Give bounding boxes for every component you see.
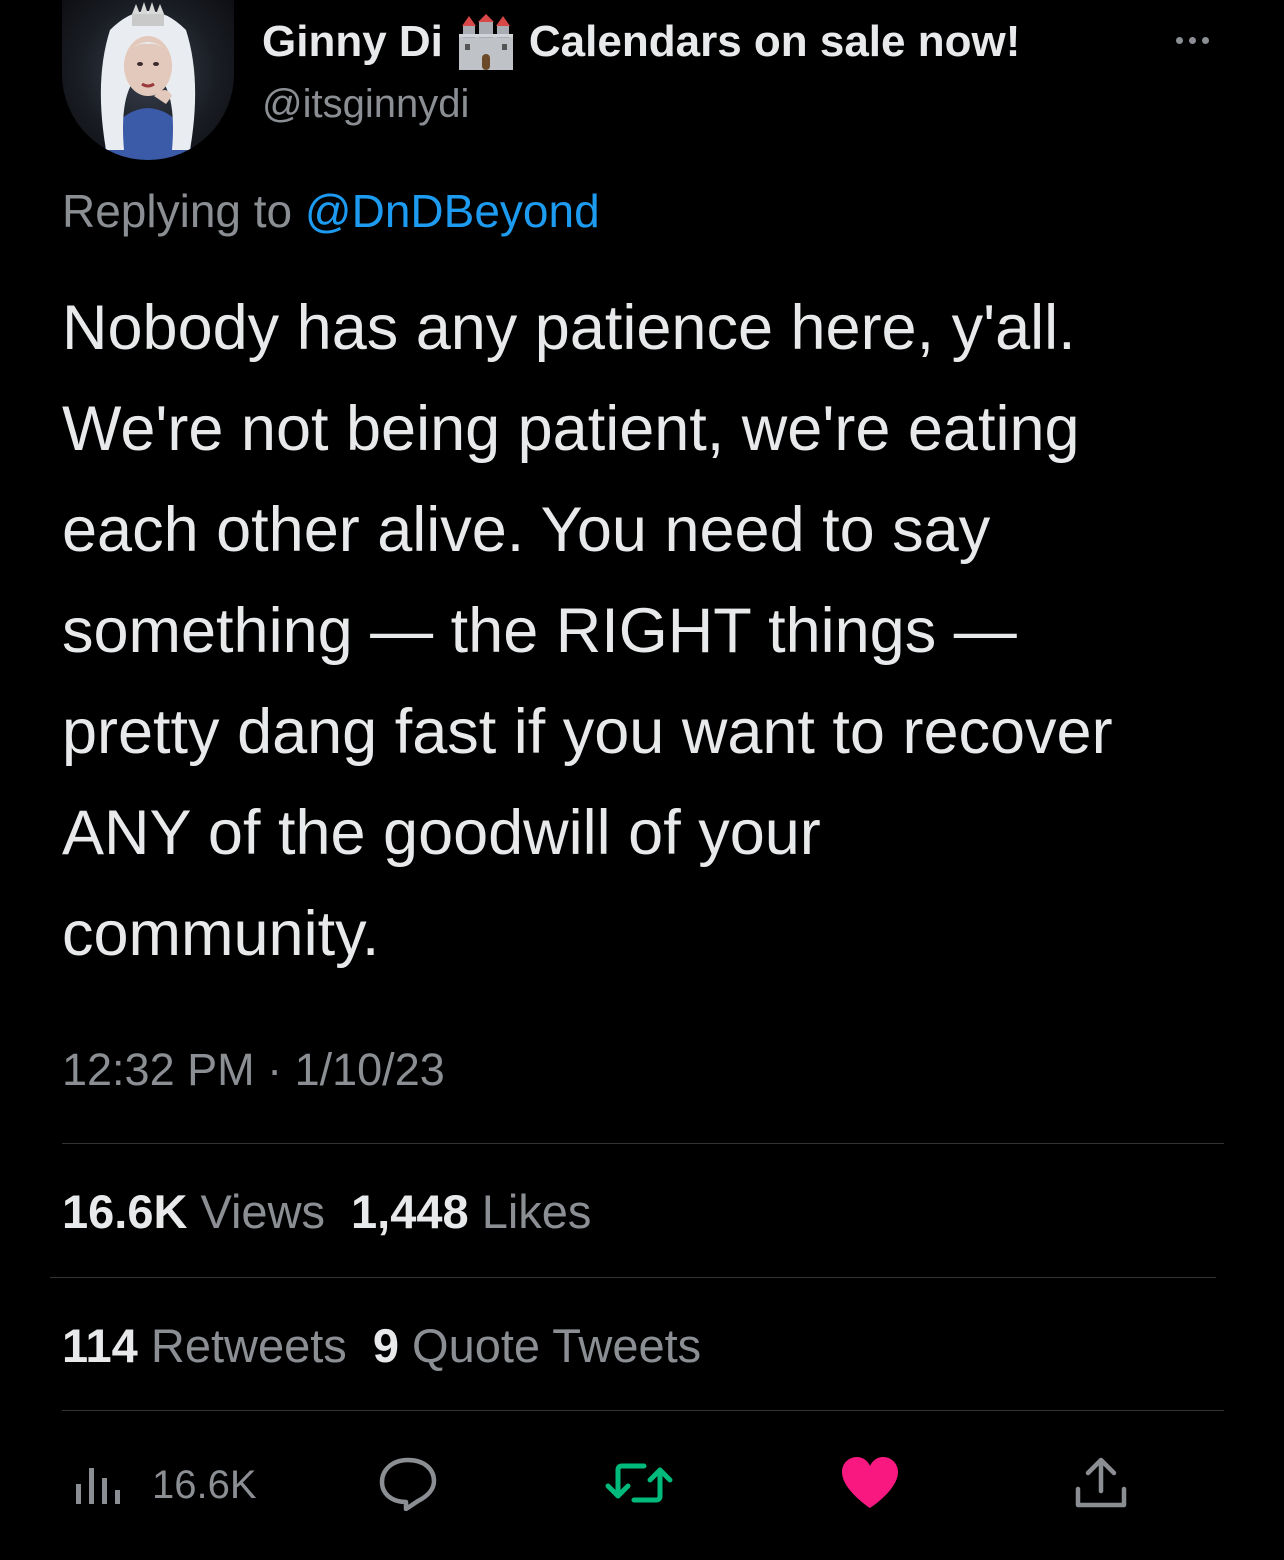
share-button[interactable] <box>1074 1440 1128 1530</box>
action-bar: 16.6K <box>0 1440 1284 1530</box>
likes-label[interactable]: Likes <box>482 1185 592 1238</box>
divider <box>62 1143 1224 1144</box>
views-button[interactable]: 16.6K <box>72 1440 257 1530</box>
reply-icon <box>378 1455 438 1516</box>
display-name[interactable]: Ginny Di <box>262 17 443 67</box>
tweet-line: community. <box>62 899 380 969</box>
tweet-text: Nobody has any patience here, y'all. We'… <box>62 278 1232 985</box>
divider <box>50 1277 1216 1278</box>
retweets-label[interactable]: Retweets <box>151 1319 347 1372</box>
stats-row-views-likes: 16.6K Views 1,448 Likes <box>62 1184 591 1239</box>
views-icon <box>72 1460 122 1511</box>
likes-count[interactable]: 1,448 <box>351 1185 469 1238</box>
avatar[interactable] <box>62 0 234 160</box>
tweet-timestamp[interactable]: 12:32 PM · 1/10/23 <box>62 1044 445 1096</box>
tweet-line: something — the RIGHT things — <box>62 596 1017 666</box>
divider <box>62 1410 1224 1411</box>
more-options-icon[interactable] <box>1176 30 1220 50</box>
quotes-label[interactable]: Quote Tweets <box>412 1319 701 1372</box>
retweets-count[interactable]: 114 <box>62 1319 138 1372</box>
action-views-count: 16.6K <box>152 1462 257 1507</box>
stats-row-retweets-quotes: 114 Retweets 9 Quote Tweets <box>62 1318 701 1373</box>
tweet-line: We're not being patient, we're eating <box>62 394 1080 464</box>
quotes-count[interactable]: 9 <box>373 1319 399 1372</box>
replying-to: Replying to @DnDBeyond <box>62 184 600 238</box>
author-name[interactable]: Ginny Di Calendars on sale now! <box>262 14 1020 70</box>
views-count: 16.6K <box>62 1185 188 1238</box>
tweet-line: ANY of the goodwill of your <box>62 798 821 868</box>
reply-button[interactable] <box>378 1440 438 1530</box>
retweet-button[interactable] <box>604 1440 674 1530</box>
name-suffix: Calendars on sale now! <box>528 17 1021 66</box>
retweet-icon <box>604 1458 674 1513</box>
reply-mention[interactable]: @DnDBeyond <box>305 185 600 237</box>
castle-icon <box>457 14 515 70</box>
user-handle[interactable]: @itsginnydi <box>262 82 469 127</box>
views-label: Views <box>200 1185 326 1238</box>
tweet-line: each other alive. You need to say <box>62 495 991 565</box>
like-icon <box>840 1456 900 1515</box>
tweet-line: pretty dang fast if you want to recover <box>62 697 1113 767</box>
reply-prefix: Replying to <box>62 185 305 237</box>
like-button[interactable] <box>840 1440 900 1530</box>
tweet-line: Nobody has any patience here, y'all. <box>62 293 1076 363</box>
share-icon <box>1074 1455 1128 1516</box>
